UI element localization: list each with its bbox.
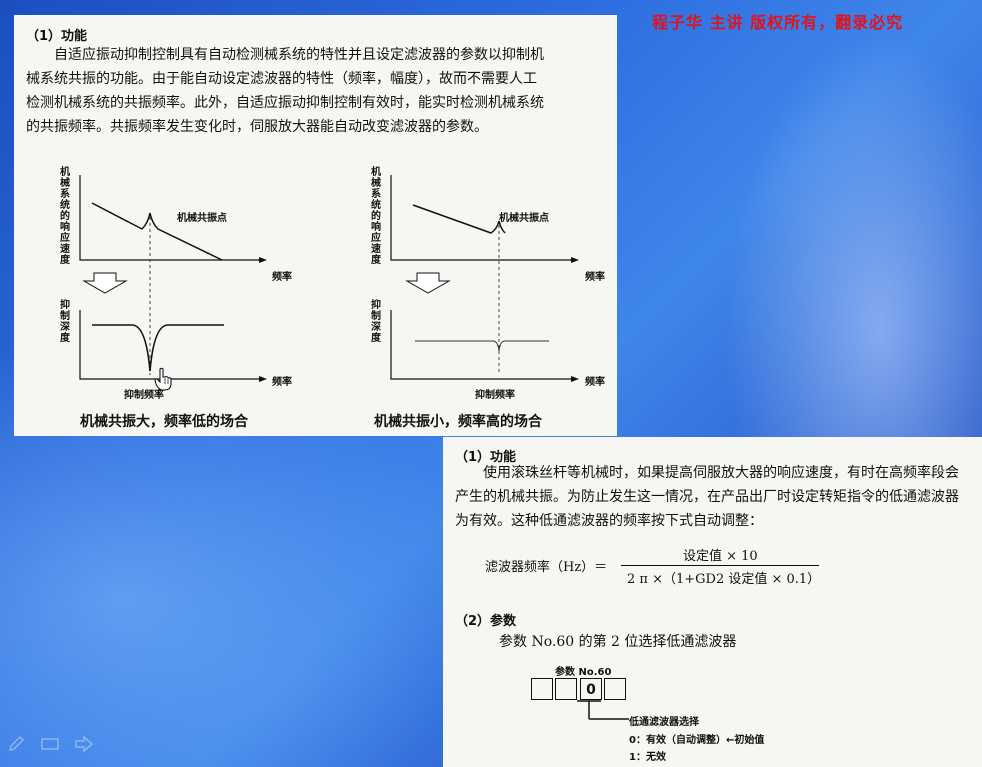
slideshow-toolbar xyxy=(6,736,94,752)
formula-denominator: 2 π ×（1+GD2 设定值 × 0.1） xyxy=(627,572,821,587)
paragraph-line: 自适应振动抑制控制具有自动检测械系统的特性并且设定滤波器的参数以抑制机 xyxy=(54,47,544,63)
lpf-select-label: 低通滤波器选择 xyxy=(629,717,699,728)
x-axis-label-top: 频率 xyxy=(585,272,605,283)
copyright-notice: 程子华 主讲 版权所有，翻录必究 xyxy=(652,13,904,32)
paragraph: 使用滚珠丝杆等机械时，如果提高伺服放大器的响应速度，有时在高频率段会 产生的机械… xyxy=(455,461,982,533)
peak-label: 机械共振点 xyxy=(177,213,227,224)
x-axis-label-bottom: 频率 xyxy=(585,377,605,388)
parameter-digit xyxy=(531,678,553,700)
caption-left: 机械共振大，频率低的场合 xyxy=(80,414,248,430)
hand-cursor-icon xyxy=(154,367,172,391)
section-title: （1）功能 xyxy=(26,29,88,44)
paragraph-line: 产生的机械共振。为防止发生这一情况，在产品出厂时设定转矩指令的低通滤波器 xyxy=(455,489,959,505)
formula-numerator: 设定值 × 10 xyxy=(683,549,758,564)
screen-icon[interactable] xyxy=(40,736,60,752)
pen-icon[interactable] xyxy=(6,736,26,752)
section-title-parameter: （2）参数 xyxy=(455,614,517,629)
paragraph-line: 为有效。这种低通滤波器的频率按下式自动调整： xyxy=(455,513,763,529)
x-axis-label-top: 频率 xyxy=(272,272,292,283)
paragraph-line: 械系统共振的功能。由于能自动设定滤波器的特性（频率，幅度），故而不需要人工 xyxy=(26,71,537,87)
notch-label: 抑制频率 xyxy=(475,390,515,401)
option-disabled: 1：无效 xyxy=(629,752,666,763)
option-enabled: 0：有效（自动调整）←初始值 xyxy=(629,735,765,746)
parameter-digit: 0 xyxy=(580,678,602,700)
paragraph-line: 检测机械系统的共振频率。此外，自适应振动抑制控制有效时，能实时检测机械系统 xyxy=(26,95,544,111)
paragraph-line: 使用滚珠丝杆等机械时，如果提高伺服放大器的响应速度，有时在高频率段会 xyxy=(483,465,959,481)
parameter-description: 参数 No.60 的第 2 位选择低通滤波器 xyxy=(499,634,737,650)
fraction-bar xyxy=(621,565,819,566)
caption-right: 机械共振小，频率高的场合 xyxy=(374,414,542,430)
paragraph: 自适应振动抑制控制具有自动检测械系统的特性并且设定滤波器的参数以抑制机 械系统共… xyxy=(26,43,616,139)
formula-lhs: 滤波器频率（Hz）＝ xyxy=(485,560,608,575)
parameter-digit xyxy=(604,678,626,700)
digit-pointer-lines xyxy=(577,700,629,720)
arrow-right-icon[interactable] xyxy=(74,736,94,752)
slide-panel-low-pass-filter: （1）功能 使用滚珠丝杆等机械时，如果提高伺服放大器的响应速度，有时在高频率段会… xyxy=(443,437,982,767)
parameter-digit xyxy=(555,678,577,700)
slide-panel-adaptive-vibration: （1）功能 自适应振动抑制控制具有自动检测械系统的特性并且设定滤波器的参数以抑制… xyxy=(14,15,617,436)
paragraph-line: 的共振频率。共振频率发生变化时，伺服放大器能自动改变滤波器的参数。 xyxy=(26,119,488,135)
x-axis-label-bottom: 频率 xyxy=(272,377,292,388)
graph-lines xyxy=(390,175,579,382)
parameter-box-label: 参数 No.60 xyxy=(555,667,612,678)
peak-label: 机械共振点 xyxy=(499,213,549,224)
